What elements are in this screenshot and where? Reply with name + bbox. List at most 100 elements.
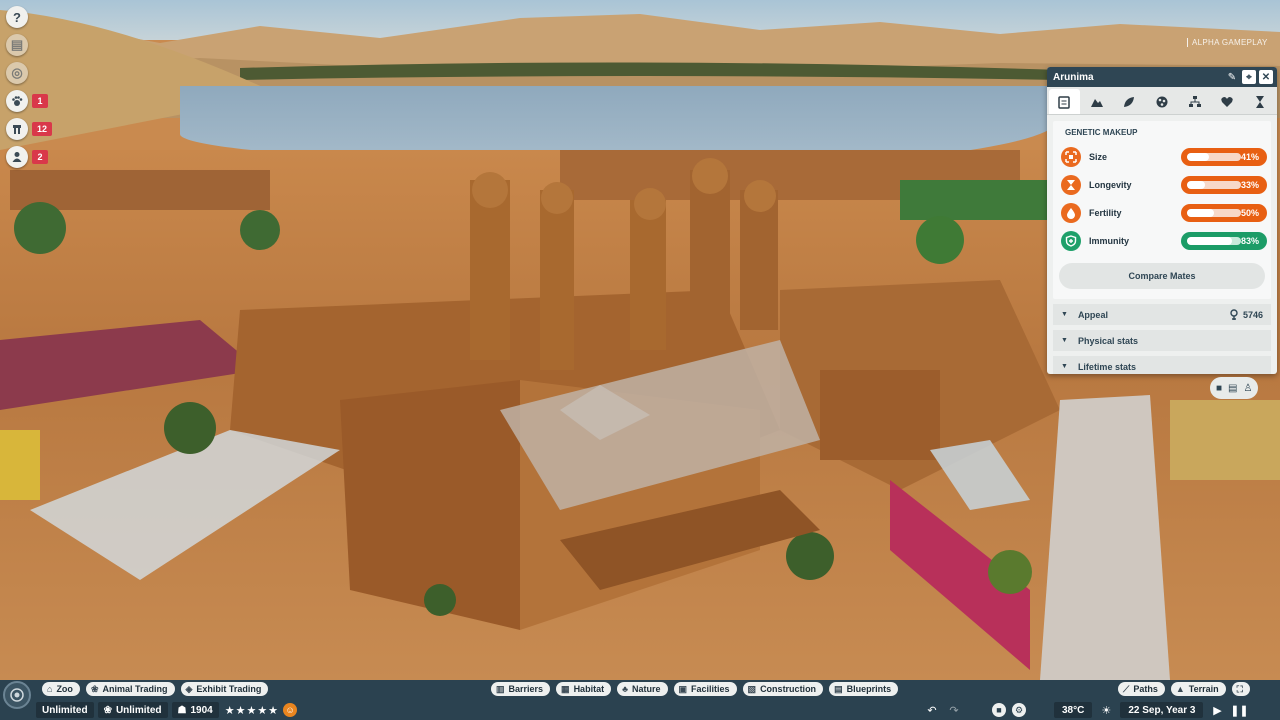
toolbar-center: ▥ Barriers ▦ Habitat ♣ Nature ▣ Facilities ▧… [491, 682, 899, 696]
zoo-icon: ⌂ [47, 684, 53, 694]
staff-counter[interactable]: 12 [6, 118, 53, 140]
exhibit-icon: ◈ [185, 683, 193, 694]
lifetime-stats-accordion[interactable]: ▼ Lifetime stats [1053, 356, 1271, 374]
panel-header: Arunima ✎ ⌖ ✕ [1047, 67, 1277, 87]
camera-mode-icon[interactable]: ■ [992, 703, 1006, 717]
zoo-button[interactable]: ⌂ Zoo [42, 682, 80, 696]
animal-trading-button[interactable]: ❀ Animal Trading [85, 682, 175, 696]
stat-label: Immunity [1089, 236, 1130, 246]
construction-button[interactable]: ▧ Construction [742, 682, 824, 696]
exhibit-trading-button[interactable]: ◈ Exhibit Trading [180, 682, 269, 696]
stat-bar: 33% [1181, 176, 1267, 194]
guest-counter[interactable]: 2 [6, 146, 52, 168]
nature-button[interactable]: ♣ Nature [617, 682, 668, 696]
facilities-button[interactable]: ▣ Facilities [673, 682, 737, 696]
expand-triangle-icon: ▼ [1061, 363, 1068, 370]
habitat-button[interactable]: ▦ Habitat [556, 682, 612, 696]
mountain-icon [1090, 98, 1103, 107]
zoo-rating-stars[interactable]: ★★★★★ [225, 704, 279, 717]
stat-bar-fill [1187, 237, 1232, 245]
animal-count-badge: 1 [32, 94, 48, 108]
tab-habitat[interactable] [1082, 89, 1113, 114]
appeal-value: 5746 [1242, 309, 1263, 320]
paths-button[interactable]: ⟋ Paths [1118, 682, 1165, 696]
redo-icon[interactable]: ↷ [946, 702, 962, 718]
tab-info[interactable] [1049, 89, 1080, 114]
stat-longevity: Longevity 33% [1057, 171, 1267, 199]
tab-welfare[interactable] [1212, 89, 1243, 114]
stat-bar: 83% [1181, 232, 1267, 250]
family-tree-icon [1188, 95, 1201, 107]
locate-pin-icon[interactable]: ⌖ [1242, 70, 1256, 84]
physical-stats-accordion[interactable]: ▼ Physical stats [1053, 330, 1271, 351]
pause-icon[interactable]: ❚❚ [1230, 702, 1248, 718]
size-arrows-icon [1061, 147, 1081, 167]
stat-label: Size [1089, 152, 1108, 162]
terrain-icon: ▲ [1175, 684, 1185, 694]
stat-value: 50% [1240, 208, 1259, 218]
notes-icon[interactable]: ▤ [6, 34, 28, 56]
animal-name: Arunima [1053, 71, 1094, 83]
fullscreen-button[interactable]: ⛶ [1231, 682, 1250, 696]
status-right: ↶ ↷ ■ ⚙ 38°C ☀ 22 Sep, Year 3 ▶ ❚❚ [924, 701, 1249, 719]
close-icon[interactable]: ✕ [1259, 70, 1273, 84]
animal-counter[interactable]: 1 [6, 90, 52, 112]
ball-icon [1156, 96, 1168, 107]
blueprints-button[interactable]: ▤ Blueprints [829, 682, 899, 696]
date-display: 22 Sep, Year 3 [1120, 702, 1204, 718]
expand-triangle-icon: ▼ [1061, 311, 1068, 318]
stat-value: 83% [1240, 236, 1259, 246]
money-display[interactable]: Unlimited [36, 702, 94, 718]
paw-icon [6, 90, 28, 112]
fullscreen-icon: ⛶ [1236, 683, 1243, 694]
expand-triangle-icon: ▼ [1061, 337, 1068, 344]
heart-icon [1221, 96, 1233, 107]
physical-stats-label: Physical stats [1077, 335, 1138, 346]
genetic-makeup-section: GENETIC MAKEUP Size 41% Longevity 33% Fe… [1053, 121, 1271, 299]
paths-icon: ⟋ [1123, 683, 1130, 694]
staff-count-badge: 12 [32, 122, 53, 136]
compare-mates-button[interactable]: Compare Mates [1059, 263, 1265, 289]
paw-icon: ❀ [90, 683, 99, 694]
leaf-icon [1124, 96, 1135, 107]
help-icon[interactable]: ? [6, 6, 28, 28]
temperature-display: 38°C [1054, 702, 1093, 718]
film-icon[interactable]: ▤ [1228, 383, 1237, 394]
tree-icon: ♣ [622, 684, 628, 694]
barriers-button[interactable]: ▥ Barriers [491, 682, 551, 696]
habitat-icon: ▦ [561, 683, 570, 694]
guests-icon: ☗ [177, 704, 187, 716]
toolbar-right: ⟋ Paths ▲ Terrain ⛶ [1118, 682, 1250, 696]
settings-icon[interactable]: ⚙ [1012, 703, 1026, 717]
zoo-logo-icon[interactable] [3, 681, 31, 709]
terrain-button[interactable]: ▲ Terrain [1170, 682, 1226, 696]
play-icon[interactable]: ▶ [1209, 702, 1225, 718]
tab-nature[interactable] [1114, 89, 1145, 114]
alpha-gameplay-label: ALPHA GAMEPLAY [1187, 38, 1268, 47]
weather-sun-icon: ☀ [1101, 704, 1112, 717]
construction-icon: ▧ [747, 683, 757, 694]
rename-pencil-icon[interactable]: ✎ [1225, 70, 1239, 84]
paw-icon: ❀ [103, 704, 112, 716]
conservation-display[interactable]: ❀ Unlimited [97, 702, 168, 718]
globe-icon[interactable]: ◎ [6, 62, 28, 84]
appeal-label: Appeal [1077, 309, 1108, 320]
panel-tabs [1047, 87, 1277, 115]
guest-count-badge: 2 [32, 150, 48, 164]
genetic-makeup-title: GENETIC MAKEUP [1065, 128, 1138, 137]
tab-lifespan[interactable] [1244, 89, 1275, 114]
clipboard-icon [1058, 95, 1071, 109]
undo-icon[interactable]: ↶ [924, 702, 940, 718]
stat-size: Size 41% [1057, 143, 1267, 171]
guest-mood-icon[interactable]: ☺ [283, 703, 298, 717]
appeal-accordion[interactable]: ▼ Appeal 5746 [1053, 304, 1271, 325]
tab-enrichment[interactable] [1147, 89, 1178, 114]
stat-bar-fill [1187, 209, 1214, 217]
facilities-icon: ▣ [678, 683, 688, 694]
guest-count-display[interactable]: ☗ 1904 [171, 702, 219, 718]
tab-family[interactable] [1179, 89, 1210, 114]
camera-icon[interactable]: ■ [1216, 383, 1222, 394]
person-icon[interactable]: ♙ [1244, 383, 1253, 394]
shield-icon [1061, 231, 1081, 251]
stat-value: 33% [1240, 180, 1259, 190]
